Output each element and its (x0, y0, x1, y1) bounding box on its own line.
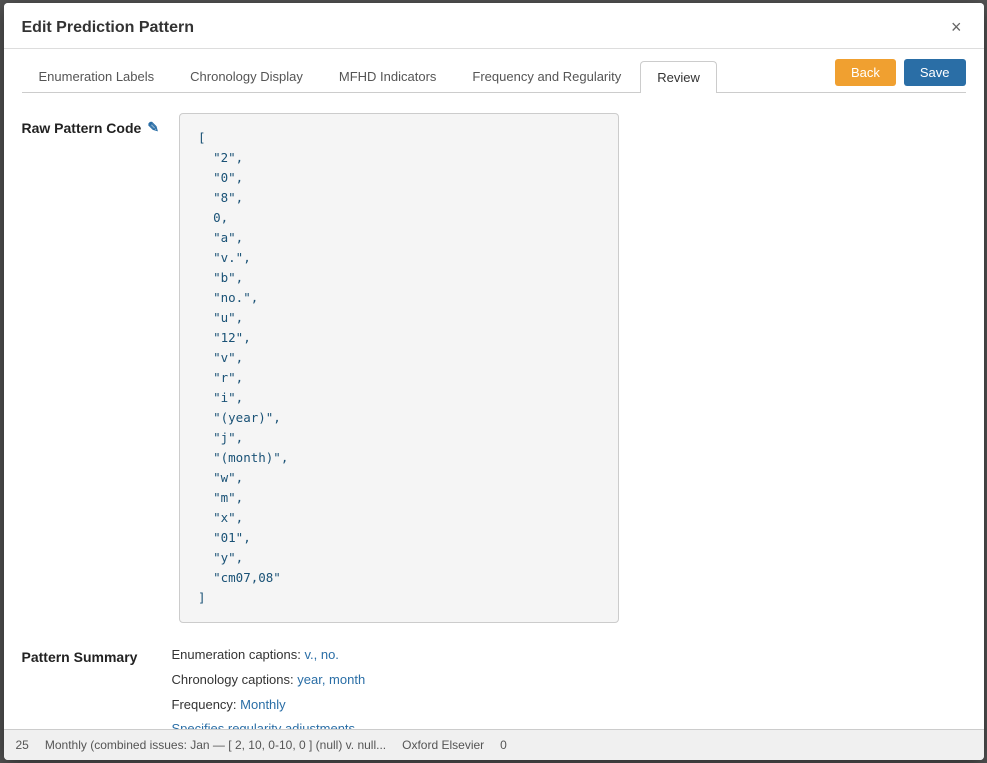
bottom-bar: 25 Monthly (combined issues: Jan — [ 2, … (4, 729, 984, 760)
modal-title: Edit Prediction Pattern (22, 19, 194, 37)
bottom-item-4: 0 (500, 738, 507, 752)
save-button[interactable]: Save (904, 59, 966, 86)
pattern-summary-content: Enumeration captions: v., no. Chronology… (172, 643, 366, 742)
tab-review[interactable]: Review (640, 61, 717, 93)
enumeration-line: Enumeration captions: v., no. (172, 643, 366, 668)
modal-header: Edit Prediction Pattern × (4, 3, 984, 49)
tab-actions: Back Save (835, 59, 966, 92)
tab-mfhd-indicators[interactable]: MFHD Indicators (322, 60, 454, 92)
raw-pattern-section: Raw Pattern Code ✎ [ "2", "0", "8", 0, "… (22, 113, 966, 623)
bottom-item-2: Monthly (combined issues: Jan — [ 2, 10,… (45, 738, 386, 752)
tab-enumeration-labels[interactable]: Enumeration Labels (22, 60, 172, 92)
back-button[interactable]: Back (835, 59, 896, 86)
close-button[interactable]: × (947, 17, 966, 38)
raw-pattern-label: Raw Pattern Code ✎ (22, 113, 160, 136)
tab-frequency-regularity[interactable]: Frequency and Regularity (455, 60, 638, 92)
content-area: Raw Pattern Code ✎ [ "2", "0", "8", 0, "… (22, 113, 966, 742)
modal-body: Enumeration Labels Chronology Display MF… (4, 49, 984, 760)
chronology-line: Chronology captions: year, month (172, 668, 366, 693)
modal: Edit Prediction Pattern × Enumeration La… (4, 3, 984, 760)
pattern-summary-section: Pattern Summary Enumeration captions: v.… (22, 643, 966, 742)
bottom-item-1: 25 (16, 738, 29, 752)
edit-icon[interactable]: ✎ (147, 119, 159, 136)
bottom-item-3: Oxford Elsevier (402, 738, 484, 752)
frequency-line: Frequency: Monthly (172, 693, 366, 718)
tabs-row: Enumeration Labels Chronology Display MF… (22, 49, 966, 93)
tab-chronology-display[interactable]: Chronology Display (173, 60, 320, 92)
raw-pattern-code: [ "2", "0", "8", 0, "a", "v.", "b", "no.… (179, 113, 619, 623)
pattern-summary-label: Pattern Summary (22, 643, 152, 665)
modal-overlay: Edit Prediction Pattern × Enumeration La… (0, 0, 987, 763)
